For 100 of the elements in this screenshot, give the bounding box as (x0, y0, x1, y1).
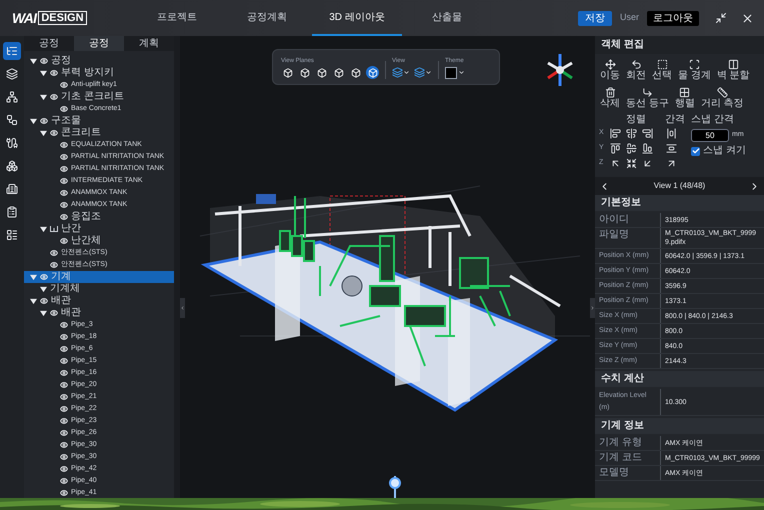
eye-icon[interactable] (50, 93, 58, 101)
tool-button[interactable]: 회전 (625, 59, 647, 82)
eye-icon[interactable] (60, 321, 68, 329)
collapse-handle[interactable] (590, 298, 595, 318)
expand-toggle-icon[interactable] (40, 310, 47, 316)
arrow-icon[interactable] (642, 158, 653, 169)
eye-icon[interactable] (40, 117, 48, 125)
eye-icon[interactable] (60, 357, 68, 365)
eye-icon[interactable] (60, 165, 68, 173)
tree-item[interactable]: 난간 (24, 223, 174, 235)
eye-icon[interactable] (50, 249, 58, 257)
expand-toggle-icon[interactable] (30, 118, 37, 124)
eye-icon[interactable] (60, 393, 68, 401)
tree-item[interactable]: 공정 (24, 55, 174, 67)
tree-item[interactable]: 부력 방지키 (24, 67, 174, 79)
minimize-icon[interactable] (715, 12, 727, 24)
eye-icon[interactable] (60, 489, 68, 497)
eye-icon[interactable] (60, 477, 68, 485)
tool-button[interactable]: 행렬 (674, 87, 696, 110)
panel-tab[interactable]: 계획 (124, 36, 174, 51)
eye-icon[interactable] (50, 69, 58, 77)
logout-button[interactable]: 로그아웃 (647, 10, 699, 26)
arrow-icon[interactable] (666, 158, 677, 169)
eye-icon[interactable] (60, 141, 68, 149)
align-right-icon[interactable] (642, 128, 653, 139)
tree-item[interactable]: 난간체 (24, 235, 174, 247)
eye-icon[interactable] (60, 201, 68, 209)
view-plane-button[interactable] (281, 66, 294, 79)
tool-button[interactable]: 선택 (651, 59, 673, 82)
axis-gizmo-icon[interactable] (546, 52, 574, 88)
eye-icon[interactable] (60, 405, 68, 413)
expand-toggle-icon[interactable] (40, 286, 47, 292)
align-bottom-icon[interactable] (642, 143, 653, 154)
eye-icon[interactable] (60, 213, 68, 221)
expand-toggle-icon[interactable] (40, 94, 47, 100)
close-icon[interactable] (741, 12, 754, 24)
tool-button[interactable]: 이동 (599, 59, 621, 82)
space-vertical-icon[interactable] (666, 143, 677, 154)
expand-toggle-icon[interactable] (40, 70, 47, 76)
panel-tab[interactable]: 공정 (74, 36, 124, 51)
eye-icon[interactable] (50, 261, 58, 269)
tool-button[interactable]: 삭제 (599, 87, 621, 110)
tree-item[interactable]: 콘크리트 (24, 127, 174, 139)
align-top-icon[interactable] (610, 143, 621, 154)
nav-tab[interactable]: 프로젝트 (132, 0, 222, 36)
eye-icon[interactable] (60, 417, 68, 425)
eye-icon[interactable] (60, 81, 68, 89)
eye-icon[interactable] (60, 345, 68, 353)
eye-icon[interactable] (60, 333, 68, 341)
tree-item[interactable]: 배관 (24, 295, 174, 307)
panel-tab[interactable]: 공정 (24, 36, 74, 51)
align-center-icon[interactable] (626, 128, 637, 139)
rail-button[interactable] (3, 42, 21, 60)
view-plane-button[interactable] (349, 66, 362, 79)
eye-icon[interactable] (60, 381, 68, 389)
align-middle-icon[interactable] (626, 143, 637, 154)
eye-icon[interactable] (60, 453, 68, 461)
eye-icon[interactable] (60, 153, 68, 161)
shrink-icon[interactable] (626, 158, 637, 169)
snap-checkbox[interactable] (691, 146, 700, 156)
eye-icon[interactable] (60, 369, 68, 377)
eye-icon[interactable] (60, 189, 68, 197)
view-plane-button[interactable] (332, 66, 345, 79)
collapse-handle[interactable] (180, 298, 185, 318)
eye-icon[interactable] (60, 105, 68, 113)
view-plane-button[interactable] (366, 66, 379, 79)
align-left-icon[interactable] (610, 128, 621, 139)
eye-icon[interactable] (40, 57, 48, 65)
arrow-icon[interactable] (610, 158, 621, 169)
view-plane-button[interactable] (315, 66, 328, 79)
tree-item[interactable]: 기초 콘크리트 (24, 91, 174, 103)
expand-toggle-icon[interactable] (30, 58, 37, 64)
eye-icon[interactable] (60, 441, 68, 449)
tool-button[interactable]: 벽 분할 (716, 59, 751, 82)
eye-icon[interactable] (60, 177, 68, 185)
expand-toggle-icon[interactable] (40, 226, 47, 232)
expand-toggle-icon[interactable] (30, 274, 37, 280)
eye-icon[interactable] (60, 237, 68, 245)
nav-tab[interactable]: 공정계획 (222, 0, 312, 36)
tool-button[interactable]: 물 경계 (677, 59, 712, 82)
tree-item[interactable]: 구조물 (24, 115, 174, 127)
snap-interval-field[interactable]: 50 (691, 129, 729, 142)
expand-toggle-icon[interactable] (30, 298, 37, 304)
eye-icon[interactable] (50, 129, 58, 137)
eye-icon[interactable] (50, 309, 58, 317)
tree-item[interactable]: 기계 (24, 271, 174, 283)
view-dropdown[interactable] (414, 66, 432, 79)
tool-button[interactable]: 거리 측정 (700, 87, 745, 110)
view-plane-button[interactable] (298, 66, 311, 79)
view-dropdown[interactable] (392, 66, 410, 79)
save-button[interactable]: 저장 (578, 10, 612, 26)
tree-item[interactable]: 기계체 (24, 283, 174, 295)
tool-button[interactable]: 동선 등구 (625, 87, 670, 110)
eye-icon[interactable] (60, 429, 68, 437)
theme-dropdown[interactable] (445, 66, 465, 79)
tree-item[interactable]: 응집조 (24, 211, 174, 223)
eye-icon[interactable] (40, 297, 48, 305)
expand-toggle-icon[interactable] (40, 130, 47, 136)
eye-icon[interactable] (60, 465, 68, 473)
tree-item[interactable]: 배관 (24, 307, 174, 319)
